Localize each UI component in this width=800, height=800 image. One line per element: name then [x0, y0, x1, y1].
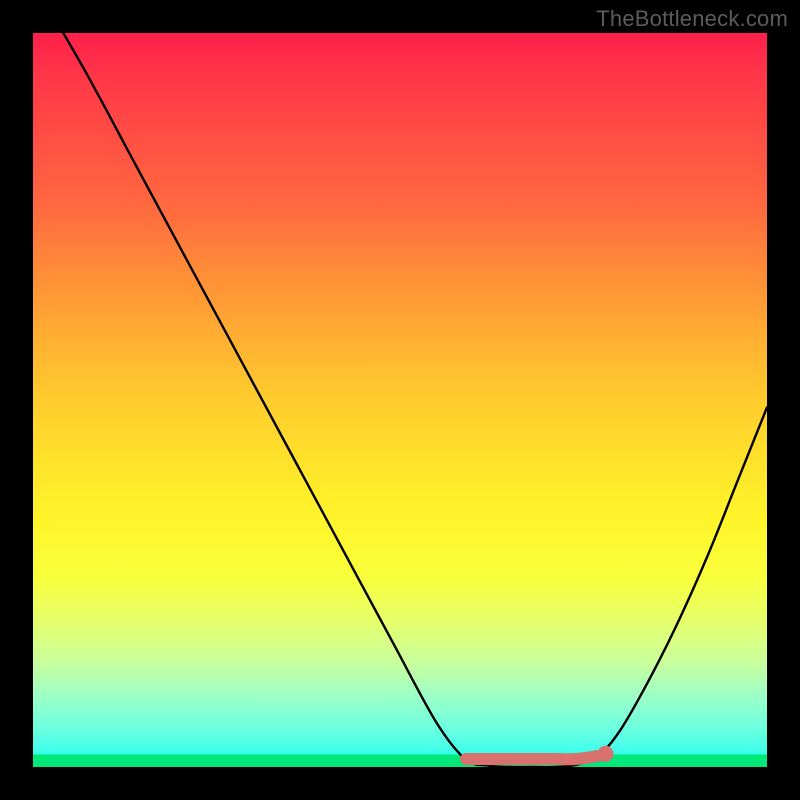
- curve-layer: [33, 33, 767, 767]
- chart-frame: TheBottleneck.com: [0, 0, 800, 800]
- plot-area: [33, 33, 767, 767]
- highlight-band: [466, 756, 598, 759]
- bottleneck-curve: [33, 33, 767, 767]
- watermark-text: TheBottleneck.com: [596, 6, 788, 32]
- highlight-marker: [598, 746, 614, 762]
